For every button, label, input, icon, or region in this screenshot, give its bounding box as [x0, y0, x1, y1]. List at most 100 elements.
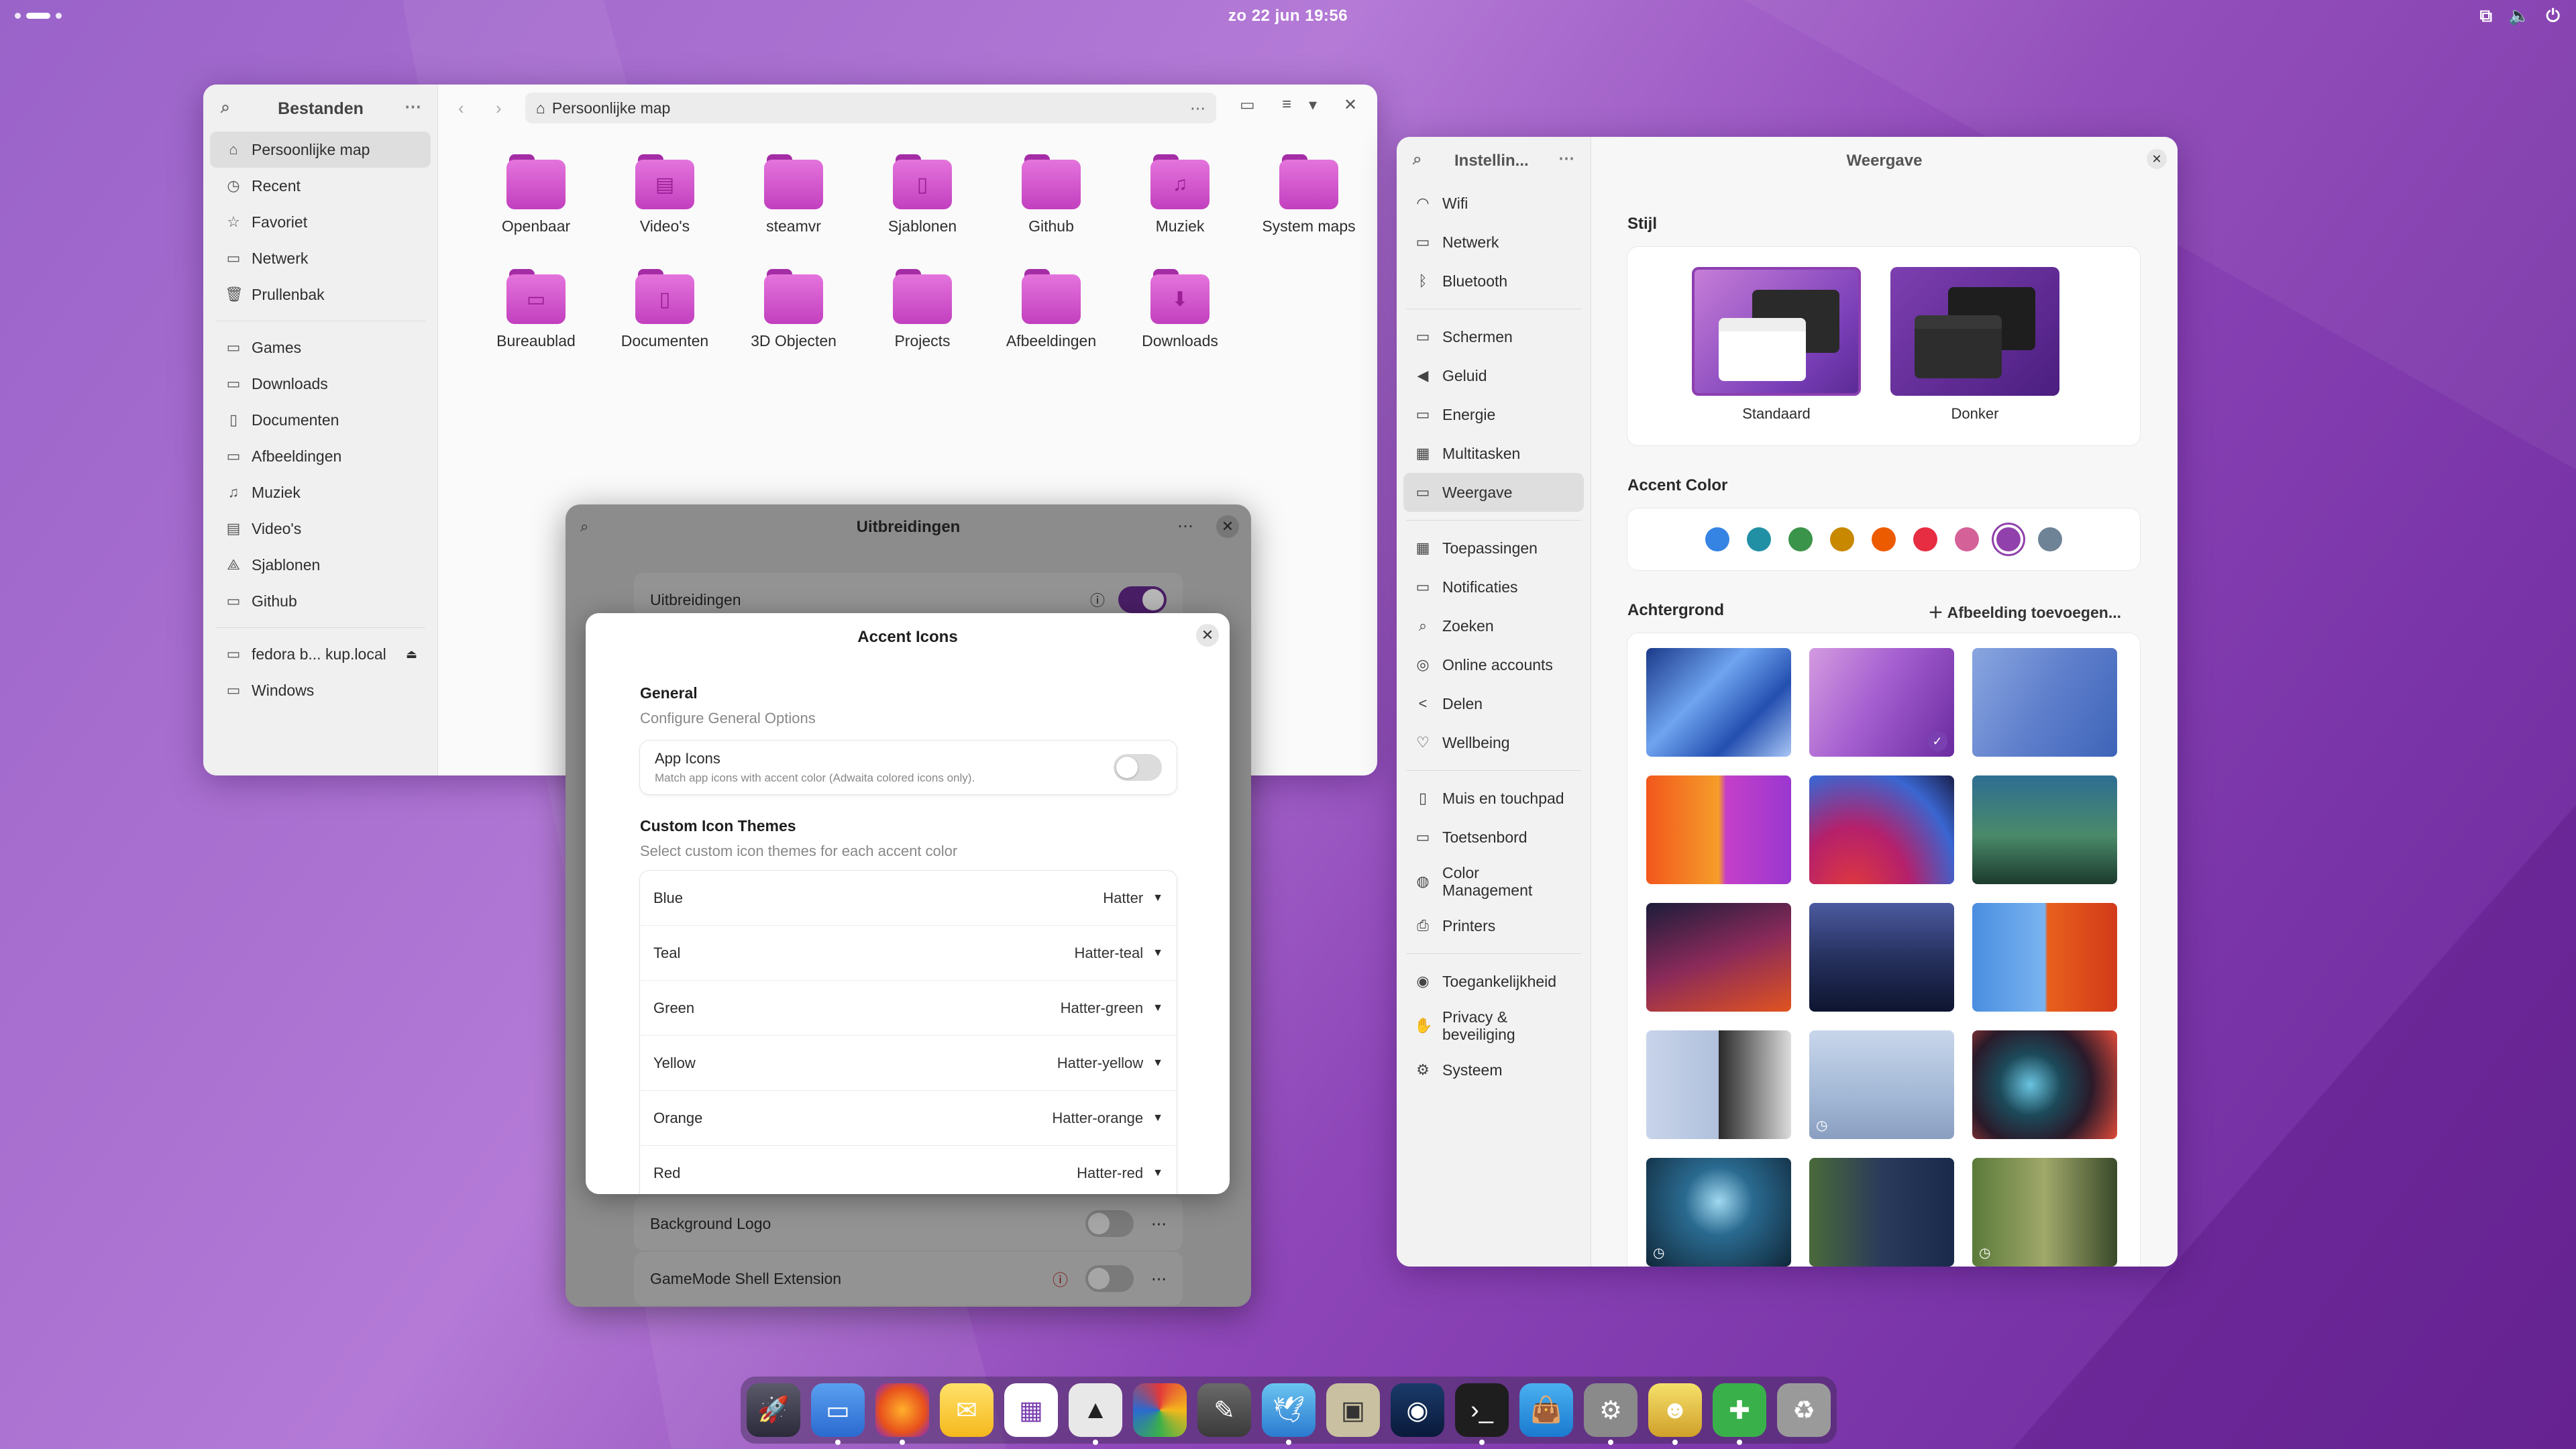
extension-toggle[interactable]	[1085, 1210, 1134, 1237]
view-list-icon[interactable]: ≡	[1282, 95, 1291, 114]
extension-toggle[interactable]	[1085, 1265, 1134, 1292]
settings-nav-item[interactable]: ▭ Weergave	[1403, 473, 1584, 512]
theme-row[interactable]: Red Hatter-red ▼	[640, 1146, 1177, 1194]
mail-icon[interactable]: ✉	[940, 1383, 994, 1437]
close-button[interactable]: ✕	[1196, 624, 1219, 647]
extension-menu-icon[interactable]: ⋯	[1151, 1270, 1167, 1288]
sidebar-item[interactable]: ▭ Windows	[210, 672, 431, 708]
wallpaper-thumb[interactable]	[1972, 775, 2117, 884]
sidebar-item[interactable]: ▭ Downloads	[210, 366, 431, 402]
path-menu-icon[interactable]: ⋯	[1190, 99, 1205, 117]
folder-item[interactable]: steamvr	[729, 154, 858, 235]
theme-row[interactable]: Orange Hatter-orange ▼	[640, 1091, 1177, 1146]
settings-nav-item[interactable]: ▦ Multitasken	[1403, 434, 1584, 473]
settings-nav-item[interactable]: ⌕ Zoeken	[1403, 606, 1584, 645]
settings-nav-item[interactable]: ▭ Notificaties	[1403, 568, 1584, 606]
settings-nav-item[interactable]: ◠ Wifi	[1403, 184, 1584, 223]
menu-icon[interactable]: ⋯	[1177, 517, 1193, 536]
wallpaper-thumb[interactable]	[1646, 903, 1791, 1012]
folder-item[interactable]: ▯ Sjablonen	[858, 154, 987, 235]
theme-row[interactable]: Green Hatter-green ▼	[640, 981, 1177, 1036]
extension-menu-icon[interactable]: ⋯	[1151, 1215, 1167, 1233]
menu-icon[interactable]: ⋯	[1558, 149, 1574, 168]
wallpaper-thumb[interactable]	[1972, 903, 2117, 1012]
forward-icon[interactable]: ›	[496, 98, 502, 119]
wallpaper-thumb[interactable]: ◷	[1646, 1158, 1791, 1267]
settings-nav-item[interactable]: ▭ Schermen	[1403, 317, 1584, 356]
terminal-icon[interactable]: ›_	[1455, 1383, 1509, 1445]
inkscape-icon[interactable]: ▲	[1069, 1383, 1122, 1445]
folder-item[interactable]: ♫ Muziek	[1116, 154, 1244, 235]
wallpaper-thumb[interactable]: ◷	[1972, 1158, 2117, 1267]
settings-nav-item[interactable]: ✋ Privacy & beveiliging	[1403, 1001, 1584, 1051]
folder-item[interactable]: Afbeeldingen	[987, 269, 1116, 350]
trash-icon[interactable]: ♻	[1777, 1383, 1831, 1437]
wallpaper-thumb[interactable]: ✓	[1809, 648, 1954, 757]
app-icons-toggle[interactable]	[1114, 754, 1162, 781]
accent-swatch[interactable]	[2038, 527, 2062, 551]
add-background-button[interactable]: ＋ Afbeelding toevoegen...	[1928, 600, 2121, 623]
wallpaper-thumb[interactable]	[1646, 1030, 1791, 1139]
settings-nav-item[interactable]: ◉ Toegankelijkheid	[1403, 962, 1584, 1001]
accent-swatch[interactable]	[1913, 527, 1937, 551]
settings-nav-item[interactable]: ⎙ Printers	[1403, 906, 1584, 945]
close-icon[interactable]: ✕	[1344, 95, 1357, 115]
close-button[interactable]: ✕	[1216, 515, 1239, 538]
sidebar-item[interactable]: ▭ Afbeeldingen	[210, 438, 431, 474]
sidebar-item[interactable]: ▯ Documenten	[210, 402, 431, 438]
menu-icon[interactable]: ⋯	[405, 97, 421, 117]
settings-nav-item[interactable]: ▭ Netwerk	[1403, 223, 1584, 262]
wallpaper-thumb[interactable]	[1809, 903, 1954, 1012]
view-dropdown-icon[interactable]: ▾	[1309, 95, 1317, 115]
wallpaper-thumb[interactable]	[1809, 1158, 1954, 1267]
settings-nav-item[interactable]: ▦ Toepassingen	[1403, 529, 1584, 568]
theme-row[interactable]: Yellow Hatter-yellow ▼	[640, 1036, 1177, 1091]
back-icon[interactable]: ‹	[458, 98, 464, 119]
search-icon[interactable]: ⌕	[1413, 150, 1421, 169]
settings-app-icon[interactable]: ⚙	[1584, 1383, 1638, 1445]
sidebar-item[interactable]: ▤ Video's	[210, 511, 431, 547]
clock[interactable]: zo 22 jun 19:56	[0, 7, 2576, 25]
game-icon[interactable]: ☻	[1648, 1383, 1702, 1445]
accent-swatch[interactable]	[1872, 527, 1896, 551]
sidebar-item[interactable]: ☆ Favoriet	[210, 204, 431, 240]
wallpaper-thumb[interactable]	[1972, 648, 2117, 757]
steam-icon[interactable]: ◉	[1391, 1383, 1444, 1437]
accent-swatch[interactable]	[1830, 527, 1854, 551]
sidebar-item[interactable]: ⌂ Persoonlijke map	[210, 131, 431, 168]
eject-icon[interactable]: ⏏	[406, 647, 417, 661]
folder-item[interactable]: ⬇ Downloads	[1116, 269, 1244, 350]
settings-nav-item[interactable]: ᛒ Bluetooth	[1403, 262, 1584, 301]
extensions-master-toggle[interactable]	[1118, 586, 1167, 613]
firefox-icon[interactable]	[875, 1383, 929, 1445]
wallpaper-thumb[interactable]	[1646, 648, 1791, 757]
folder-item[interactable]: Github	[987, 154, 1116, 235]
path-bar[interactable]: ⌂ Persoonlijke map ⋯	[525, 93, 1216, 123]
photos-icon[interactable]	[1133, 1383, 1187, 1437]
settings-nav-item[interactable]: ◎ Online accounts	[1403, 645, 1584, 684]
folder-item[interactable]: Openbaar	[472, 154, 600, 235]
settings-nav-item[interactable]: < Delen	[1403, 684, 1584, 723]
system-tray[interactable]: ⧉ 🔈 ⏻	[2479, 5, 2560, 27]
sidebar-item[interactable]: ▭ Netwerk	[210, 240, 431, 276]
sidebar-item[interactable]: 🗑 Prullenbak	[210, 276, 431, 313]
files-app-icon[interactable]: ▭	[811, 1383, 865, 1445]
settings-nav-item[interactable]: ♡ Wellbeing	[1403, 723, 1584, 762]
folder-item[interactable]: System maps	[1244, 154, 1373, 235]
close-button[interactable]: ✕	[2147, 149, 2167, 169]
settings-nav-item[interactable]: ⚙ Systeem	[1403, 1051, 1584, 1089]
wallpaper-thumb[interactable]	[1809, 775, 1954, 884]
extensions-app-icon[interactable]: ✚	[1713, 1383, 1766, 1445]
store-icon[interactable]: 👜	[1519, 1383, 1573, 1437]
settings-nav-item[interactable]: ▭ Toetsenbord	[1403, 818, 1584, 857]
folder-item[interactable]: ▤ Video's	[600, 154, 729, 235]
sidebar-item[interactable]: ▭ fedora b... kup.local ⏏	[210, 636, 431, 672]
wallpaper-thumb[interactable]	[1646, 775, 1791, 884]
launcher-icon[interactable]: 🚀	[747, 1383, 800, 1437]
sidebar-item[interactable]: ♫ Muziek	[210, 474, 431, 511]
accent-swatch[interactable]	[1788, 527, 1813, 551]
sidebar-item[interactable]: ▭ Github	[210, 583, 431, 619]
settings-nav-item[interactable]: ◀ Geluid	[1403, 356, 1584, 395]
wallpaper-thumb[interactable]: ◷	[1809, 1030, 1954, 1139]
folder-item[interactable]: ▯ Documenten	[600, 269, 729, 350]
